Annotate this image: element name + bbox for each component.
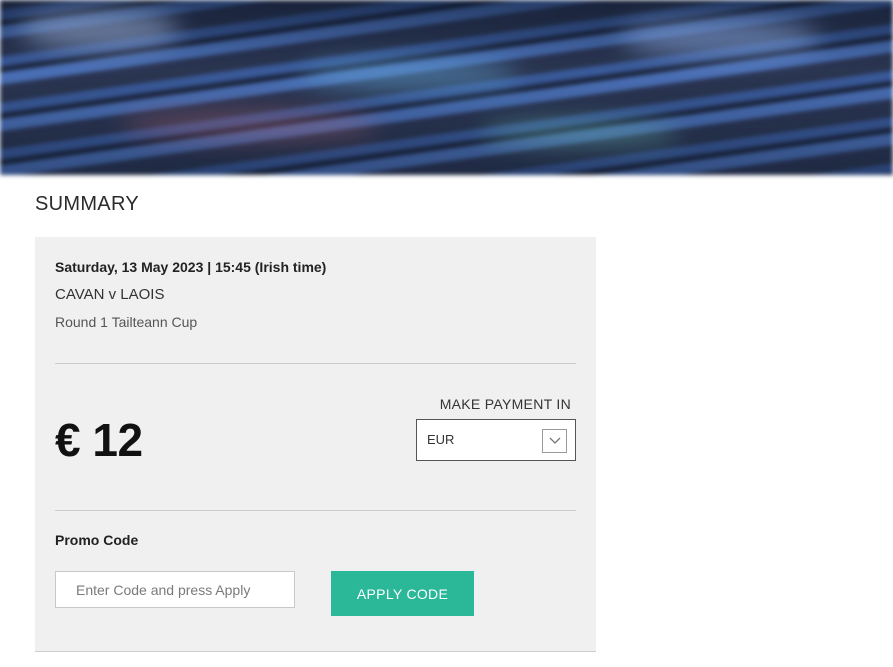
promo-code-input[interactable]	[55, 571, 295, 608]
divider	[55, 363, 576, 364]
event-round: Round 1 Tailteann Cup	[55, 314, 198, 330]
banner-glow	[120, 110, 380, 140]
currency-select[interactable]: EUR	[416, 419, 576, 461]
summary-title: SUMMARY	[35, 193, 139, 215]
currency-selected-value: EUR	[427, 432, 455, 447]
banner-glow	[620, 20, 820, 56]
banner-glow	[480, 120, 680, 146]
make-payment-label: MAKE PAYMENT IN	[439, 396, 571, 412]
ticket-price: € 12	[55, 414, 143, 466]
hero-banner	[0, 0, 893, 175]
summary-card: Saturday, 13 May 2023 | 15:45 (Irish tim…	[35, 237, 596, 651]
divider	[55, 510, 576, 511]
chevron-down-icon[interactable]	[542, 429, 567, 453]
event-date-time: Saturday, 13 May 2023 | 15:45 (Irish tim…	[55, 259, 327, 275]
apply-code-button[interactable]: APPLY CODE	[331, 571, 474, 616]
banner-glow	[20, 10, 180, 50]
card-bottom-divider	[35, 651, 596, 652]
promo-code-label: Promo Code	[55, 532, 139, 548]
event-teams: CAVAN v LAOIS	[55, 286, 165, 303]
banner-glow	[300, 60, 520, 90]
